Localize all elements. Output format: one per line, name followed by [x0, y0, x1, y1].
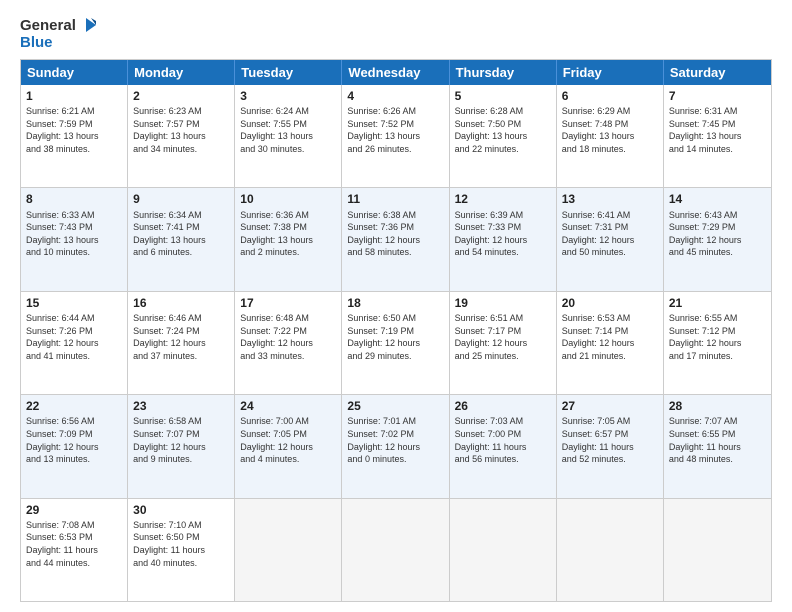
logo-bird-icon: [78, 16, 96, 34]
header-cell-tuesday: Tuesday: [235, 60, 342, 85]
calendar-cell-6: 6Sunrise: 6:29 AM Sunset: 7:48 PM Daylig…: [557, 85, 664, 187]
calendar-cell-19: 19Sunrise: 6:51 AM Sunset: 7:17 PM Dayli…: [450, 292, 557, 394]
calendar-cell-empty-4-5: [557, 499, 664, 601]
logo: General Blue: [20, 16, 96, 51]
calendar-row-1: 1Sunrise: 6:21 AM Sunset: 7:59 PM Daylig…: [21, 85, 771, 188]
calendar-cell-11: 11Sunrise: 6:38 AM Sunset: 7:36 PM Dayli…: [342, 188, 449, 290]
header-cell-saturday: Saturday: [664, 60, 771, 85]
calendar-cell-empty-4-2: [235, 499, 342, 601]
calendar-row-2: 8Sunrise: 6:33 AM Sunset: 7:43 PM Daylig…: [21, 188, 771, 291]
calendar-cell-18: 18Sunrise: 6:50 AM Sunset: 7:19 PM Dayli…: [342, 292, 449, 394]
calendar-cell-21: 21Sunrise: 6:55 AM Sunset: 7:12 PM Dayli…: [664, 292, 771, 394]
calendar-cell-25: 25Sunrise: 7:01 AM Sunset: 7:02 PM Dayli…: [342, 395, 449, 497]
calendar-cell-26: 26Sunrise: 7:03 AM Sunset: 7:00 PM Dayli…: [450, 395, 557, 497]
calendar-cell-7: 7Sunrise: 6:31 AM Sunset: 7:45 PM Daylig…: [664, 85, 771, 187]
calendar-cell-4: 4Sunrise: 6:26 AM Sunset: 7:52 PM Daylig…: [342, 85, 449, 187]
header-cell-sunday: Sunday: [21, 60, 128, 85]
calendar-cell-14: 14Sunrise: 6:43 AM Sunset: 7:29 PM Dayli…: [664, 188, 771, 290]
calendar-cell-12: 12Sunrise: 6:39 AM Sunset: 7:33 PM Dayli…: [450, 188, 557, 290]
calendar-row-5: 29Sunrise: 7:08 AM Sunset: 6:53 PM Dayli…: [21, 499, 771, 601]
calendar-header: SundayMondayTuesdayWednesdayThursdayFrid…: [21, 60, 771, 85]
calendar-cell-28: 28Sunrise: 7:07 AM Sunset: 6:55 PM Dayli…: [664, 395, 771, 497]
header-cell-thursday: Thursday: [450, 60, 557, 85]
calendar-cell-3: 3Sunrise: 6:24 AM Sunset: 7:55 PM Daylig…: [235, 85, 342, 187]
calendar-cell-29: 29Sunrise: 7:08 AM Sunset: 6:53 PM Dayli…: [21, 499, 128, 601]
calendar-cell-5: 5Sunrise: 6:28 AM Sunset: 7:50 PM Daylig…: [450, 85, 557, 187]
logo-general-text: General: [20, 17, 76, 34]
calendar-cell-2: 2Sunrise: 6:23 AM Sunset: 7:57 PM Daylig…: [128, 85, 235, 187]
calendar-cell-8: 8Sunrise: 6:33 AM Sunset: 7:43 PM Daylig…: [21, 188, 128, 290]
calendar-cell-16: 16Sunrise: 6:46 AM Sunset: 7:24 PM Dayli…: [128, 292, 235, 394]
header-cell-monday: Monday: [128, 60, 235, 85]
calendar-cell-10: 10Sunrise: 6:36 AM Sunset: 7:38 PM Dayli…: [235, 188, 342, 290]
calendar-body: 1Sunrise: 6:21 AM Sunset: 7:59 PM Daylig…: [21, 85, 771, 601]
calendar-cell-empty-4-6: [664, 499, 771, 601]
calendar: SundayMondayTuesdayWednesdayThursdayFrid…: [20, 59, 772, 602]
header: General Blue: [20, 16, 772, 51]
calendar-cell-23: 23Sunrise: 6:58 AM Sunset: 7:07 PM Dayli…: [128, 395, 235, 497]
calendar-cell-empty-4-3: [342, 499, 449, 601]
calendar-row-3: 15Sunrise: 6:44 AM Sunset: 7:26 PM Dayli…: [21, 292, 771, 395]
header-cell-wednesday: Wednesday: [342, 60, 449, 85]
calendar-cell-empty-4-4: [450, 499, 557, 601]
calendar-cell-13: 13Sunrise: 6:41 AM Sunset: 7:31 PM Dayli…: [557, 188, 664, 290]
calendar-cell-17: 17Sunrise: 6:48 AM Sunset: 7:22 PM Dayli…: [235, 292, 342, 394]
calendar-cell-9: 9Sunrise: 6:34 AM Sunset: 7:41 PM Daylig…: [128, 188, 235, 290]
logo-blue-text: Blue: [20, 34, 53, 51]
calendar-cell-1: 1Sunrise: 6:21 AM Sunset: 7:59 PM Daylig…: [21, 85, 128, 187]
calendar-cell-20: 20Sunrise: 6:53 AM Sunset: 7:14 PM Dayli…: [557, 292, 664, 394]
header-cell-friday: Friday: [557, 60, 664, 85]
calendar-cell-24: 24Sunrise: 7:00 AM Sunset: 7:05 PM Dayli…: [235, 395, 342, 497]
calendar-row-4: 22Sunrise: 6:56 AM Sunset: 7:09 PM Dayli…: [21, 395, 771, 498]
page: General Blue SundayMondayTuesdayWednesda…: [0, 0, 792, 612]
calendar-cell-15: 15Sunrise: 6:44 AM Sunset: 7:26 PM Dayli…: [21, 292, 128, 394]
calendar-cell-27: 27Sunrise: 7:05 AM Sunset: 6:57 PM Dayli…: [557, 395, 664, 497]
calendar-cell-22: 22Sunrise: 6:56 AM Sunset: 7:09 PM Dayli…: [21, 395, 128, 497]
calendar-cell-30: 30Sunrise: 7:10 AM Sunset: 6:50 PM Dayli…: [128, 499, 235, 601]
